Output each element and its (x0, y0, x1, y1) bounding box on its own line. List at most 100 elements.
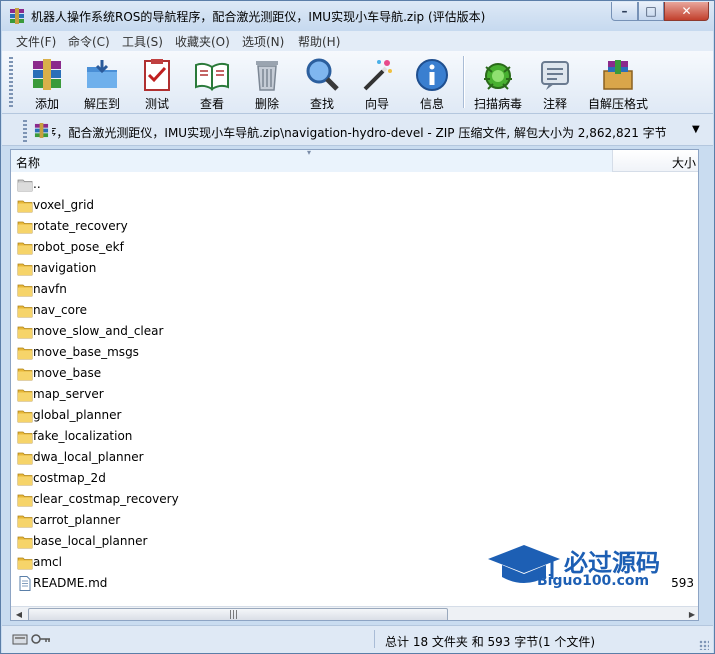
table-row[interactable]: robot_pose_ekf (11, 237, 613, 258)
grip-lines-icon: ||| (229, 610, 239, 620)
winrar-app-icon (10, 8, 24, 24)
add-button[interactable]: 添加 (19, 55, 75, 111)
column-size-label: 大小 (671, 156, 696, 170)
file-name: fake_localization (33, 429, 133, 443)
folder-icon (17, 303, 33, 318)
folder-icon (17, 324, 33, 339)
file-name: README.md (33, 576, 108, 590)
chevron-down-icon[interactable]: ▼ (692, 124, 700, 135)
folder-icon (17, 513, 33, 528)
table-row[interactable]: rotate_recovery (11, 216, 613, 237)
toolbar: 添加 解压到 测试 查看 删除 查找 向导 信息 扫描病毒 注释 自解压格式 (2, 51, 713, 114)
menu-options[interactable]: 选项(N) (242, 33, 284, 50)
horizontal-scrollbar[interactable]: ◀ ||| ▶ (11, 606, 698, 620)
delete-button[interactable]: 删除 (239, 55, 295, 111)
menu-favorites[interactable]: 收藏夹(O) (175, 33, 230, 50)
table-row[interactable]: nav_core (11, 300, 613, 321)
column-name-label: 名称 (16, 156, 41, 170)
table-row[interactable]: map_server (11, 384, 613, 405)
folder-icon (17, 219, 33, 234)
menu-bar: 文件(F) 命令(C) 工具(S) 收藏夹(O) 选项(N) 帮助(H) (2, 31, 713, 51)
status-text: 总计 18 文件夹 和 593 字节(1 个文件) (385, 635, 596, 649)
close-button[interactable]: ✕ (664, 2, 709, 21)
view-button[interactable]: 查看 (184, 55, 240, 111)
folder-icon (17, 261, 33, 276)
maximize-button[interactable]: □ (638, 2, 664, 21)
file-name: move_base (33, 366, 102, 380)
menu-help[interactable]: 帮助(H) (298, 33, 340, 50)
find-icon (306, 58, 339, 91)
folder-icon (17, 450, 33, 465)
column-header-size[interactable]: 大小 (614, 150, 698, 172)
find-button[interactable]: 查找 (294, 55, 350, 111)
wizard-button[interactable]: 向导 (349, 55, 405, 111)
table-row[interactable]: fake_localization (11, 426, 613, 447)
table-row[interactable]: carrot_planner (11, 510, 613, 531)
extract-to-icon (87, 60, 117, 88)
drive-key-icon[interactable] (12, 632, 52, 646)
table-row[interactable]: move_base_msgs (11, 342, 613, 363)
table-row[interactable]: navfn (11, 279, 613, 300)
column-header-name[interactable]: 名称 ▾ (11, 150, 613, 172)
add-label: 添加 (34, 97, 59, 111)
extract-to-button[interactable]: 解压到 (74, 55, 130, 111)
resize-grip[interactable] (699, 640, 709, 650)
file-name: robot_pose_ekf (33, 240, 124, 254)
address-path[interactable]: 机器人操作系统ROS的导航程序，配合激光测距仪，IMU实现小车导航.zip\na… (52, 124, 688, 141)
virus-scan-button[interactable]: 扫描病毒 (470, 55, 526, 111)
parent-folder-row[interactable]: .. (11, 174, 613, 195)
table-row[interactable]: clear_costmap_recovery (11, 489, 613, 510)
folder-icon (17, 408, 33, 423)
file-name: voxel_grid (33, 198, 95, 212)
table-row[interactable]: dwa_local_planner (11, 447, 613, 468)
archive-icon (34, 123, 49, 138)
sfx-icon (603, 60, 633, 90)
watermark-url: Biguo100.com (537, 573, 650, 589)
scroll-thumb[interactable]: ||| (28, 608, 448, 620)
parent-folder-icon (17, 177, 33, 192)
list-header: 名称 ▾ 大小 (11, 150, 698, 172)
table-row[interactable]: move_base (11, 363, 613, 384)
address-path-text: 机器人操作系统ROS的导航程序，配合激光测距仪，IMU实现小车导航.zip\na… (52, 126, 667, 140)
scroll-right-icon[interactable]: ▶ (684, 608, 698, 620)
file-name: costmap_2d (33, 471, 106, 485)
winrar-window: 机器人操作系统ROS的导航程序，配合激光测距仪，IMU实现小车导航.zip (评… (0, 0, 715, 654)
folder-icon (17, 282, 33, 297)
folder-icon (17, 345, 33, 360)
folder-icon (17, 366, 33, 381)
menu-commands[interactable]: 命令(C) (68, 33, 110, 50)
folder-icon (17, 198, 33, 213)
delete-icon (256, 61, 278, 91)
table-row[interactable]: voxel_grid (11, 195, 613, 216)
title-bar[interactable]: 机器人操作系统ROS的导航程序，配合激光测距仪，IMU实现小车导航.zip (评… (1, 1, 714, 31)
find-label: 查找 (309, 97, 334, 111)
file-name: amcl (33, 555, 62, 569)
table-row[interactable]: global_planner (11, 405, 613, 426)
toolbar-grip[interactable] (9, 57, 13, 109)
info-button[interactable]: 信息 (404, 55, 460, 111)
maximize-icon: □ (645, 4, 657, 18)
sfx-button[interactable]: 自解压格式 (588, 55, 648, 111)
test-button[interactable]: 测试 (129, 55, 185, 111)
menu-tools[interactable]: 工具(S) (122, 33, 163, 50)
window-title: 机器人操作系统ROS的导航程序，配合激光测距仪，IMU实现小车导航.zip (评… (31, 10, 486, 24)
address-grip[interactable] (23, 120, 27, 142)
table-row[interactable]: costmap_2d (11, 468, 613, 489)
sort-arrow-icon: ▾ (307, 149, 312, 157)
sfx-label: 自解压格式 (588, 97, 649, 111)
minimize-button[interactable]: – (611, 2, 638, 21)
table-row[interactable]: move_slow_and_clear (11, 321, 613, 342)
virus-scan-icon (484, 63, 512, 90)
folder-icon (17, 534, 33, 549)
file-name: rotate_recovery (33, 219, 128, 233)
menu-file[interactable]: 文件(F) (16, 33, 56, 50)
info-icon (416, 59, 448, 91)
table-row[interactable]: navigation (11, 258, 613, 279)
scroll-left-icon[interactable]: ◀ (11, 608, 27, 620)
file-name: navigation (33, 261, 97, 275)
comment-button[interactable]: 注释 (527, 55, 583, 111)
close-icon: ✕ (681, 4, 692, 18)
file-name: move_slow_and_clear (33, 324, 164, 338)
folder-icon (17, 429, 33, 444)
add-archive-icon (33, 59, 61, 90)
